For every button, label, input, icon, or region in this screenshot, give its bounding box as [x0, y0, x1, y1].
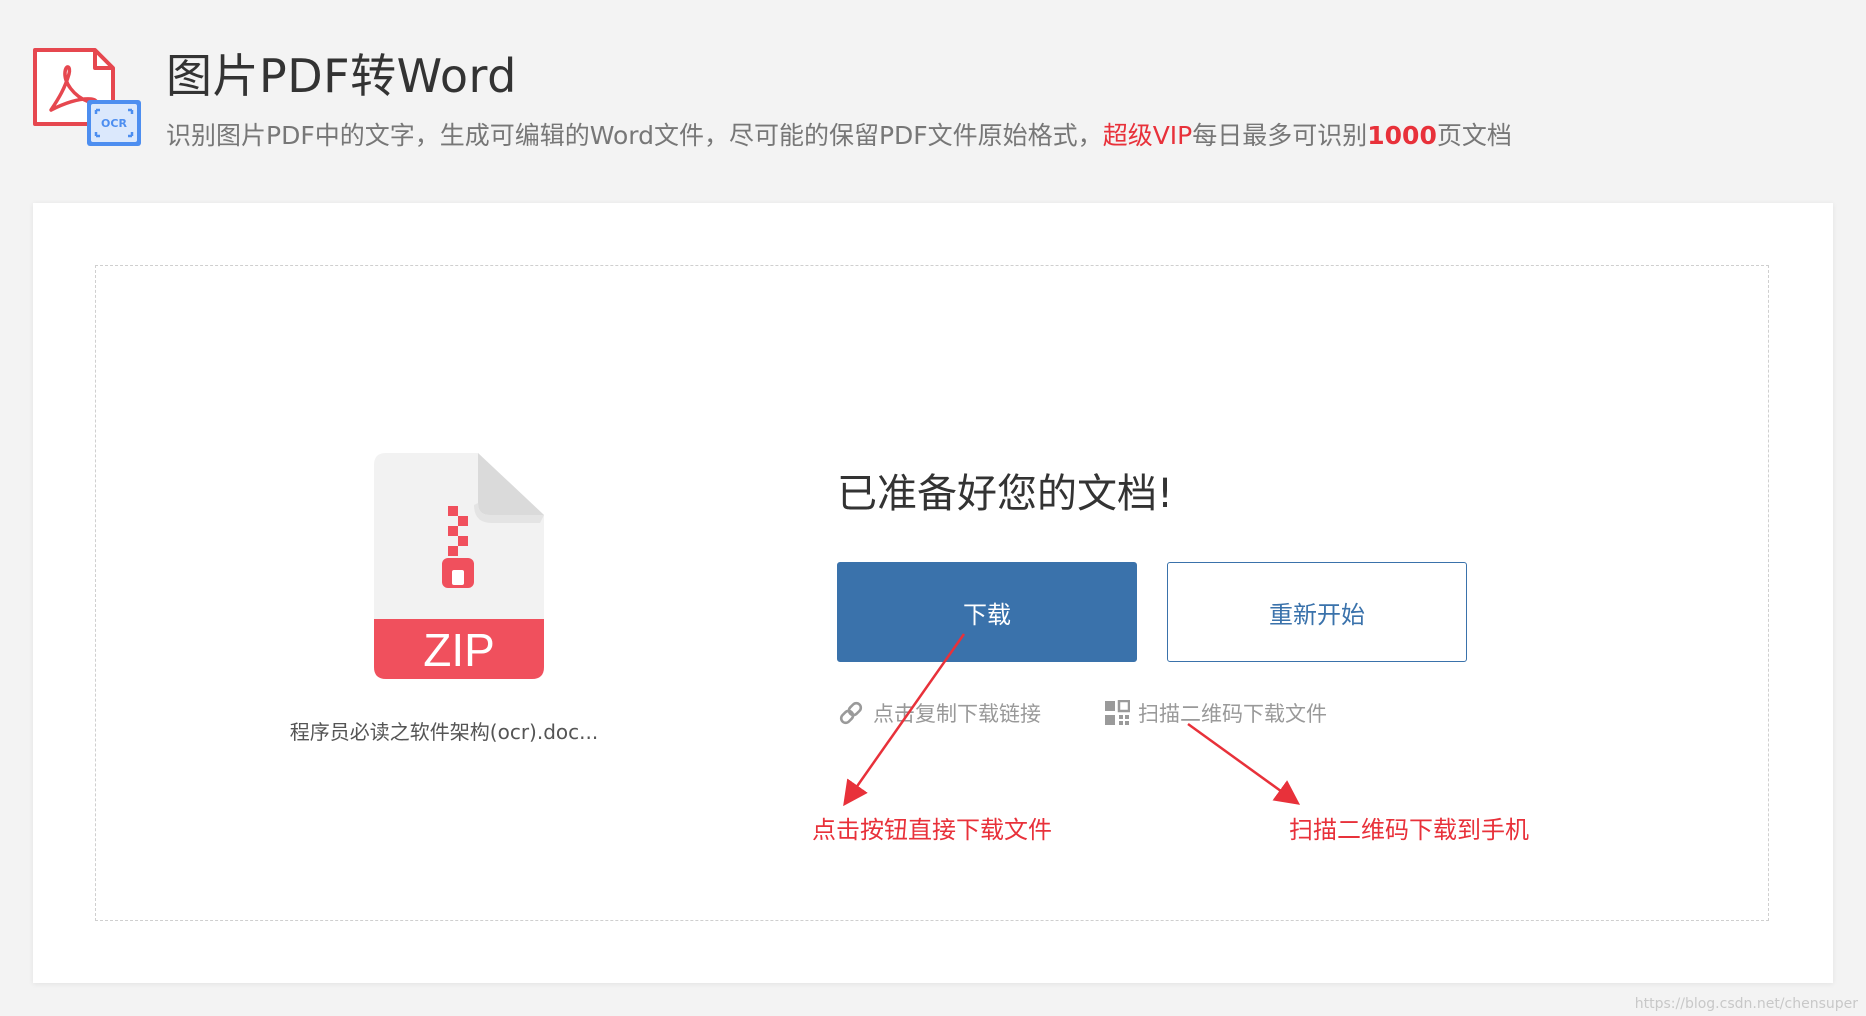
- logo-badge-text: OCR: [101, 117, 127, 130]
- copy-download-link[interactable]: 点击复制下载链接: [837, 698, 1041, 728]
- link-icon: [839, 701, 863, 725]
- file-name: 程序员必读之软件架构(ocr).doc...: [289, 720, 599, 744]
- pdf-ocr-logo-icon: OCR: [33, 48, 141, 146]
- restart-button[interactable]: 重新开始: [1167, 562, 1467, 662]
- result-card: ZIP 程序员必读之软件架构(ocr).doc... 已准备好您的文档! 下载 …: [33, 203, 1833, 983]
- result-panel: ZIP 程序员必读之软件架构(ocr).doc... 已准备好您的文档! 下载 …: [95, 265, 1769, 921]
- qr-hint-annotation: 扫描二维码下载到手机: [1289, 816, 1529, 844]
- page-subtitle: 识别图片PDF中的文字，生成可编辑的Word文件，尽可能的保留PDF文件原始格式…: [166, 116, 1512, 152]
- subtitle-text-mid: 每日最多可识别: [1192, 121, 1368, 150]
- download-button[interactable]: 下载: [837, 562, 1137, 662]
- subtitle-vip: 超级VIP: [1102, 121, 1193, 150]
- download-hint-annotation: 点击按钮直接下载文件: [812, 816, 1052, 844]
- ready-title: 已准备好您的文档!: [837, 471, 1174, 517]
- zip-file-icon: ZIP: [374, 453, 544, 679]
- subtitle-text-end: 页文档: [1436, 121, 1512, 150]
- watermark: https://blog.csdn.net/chensuper: [1634, 996, 1858, 1012]
- qr-download-link[interactable]: 扫描二维码下载文件: [1104, 698, 1327, 728]
- subtitle-text: 识别图片PDF中的文字，生成可编辑的Word文件，尽可能的保留PDF文件原始格式…: [166, 121, 1103, 150]
- file-type-label: ZIP: [423, 624, 495, 676]
- qr-code-icon: [1105, 700, 1130, 725]
- qr-hint-arrow: [1187, 722, 1301, 805]
- copy-link-label: 点击复制下载链接: [873, 702, 1041, 726]
- qr-link-label: 扫描二维码下载文件: [1138, 702, 1327, 726]
- page-title: 图片PDF转Word: [166, 49, 517, 103]
- subtitle-page-count: 1000: [1367, 121, 1437, 150]
